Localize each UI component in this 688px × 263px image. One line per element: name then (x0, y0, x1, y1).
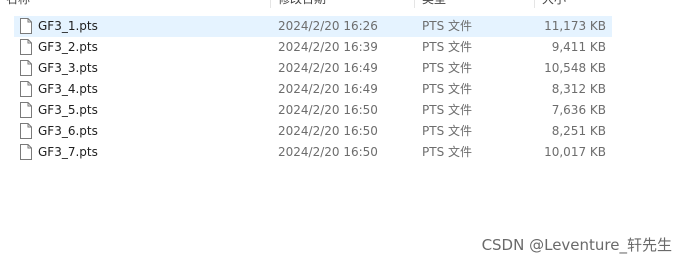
file-name: GF3_6.pts (38, 124, 98, 138)
file-icon (20, 60, 32, 76)
file-row[interactable]: GF3_5.pts 2024/2/20 16:50 PTS 文件 7,636 K… (14, 100, 612, 121)
column-header-date-modified[interactable]: 修改日期 (278, 0, 358, 8)
file-name: GF3_2.pts (38, 40, 98, 54)
file-date-modified: 2024/2/20 16:50 (278, 124, 378, 138)
file-type: PTS 文件 (422, 124, 472, 138)
watermark: CSDN @Leventure_轩先生 (481, 236, 672, 254)
file-type: PTS 文件 (422, 103, 472, 117)
column-header-name[interactable]: 名称 (6, 0, 66, 8)
file-date-modified: 2024/2/20 16:50 (278, 145, 378, 159)
file-icon (20, 123, 32, 139)
column-divider[interactable] (534, 0, 535, 8)
file-size: 8,251 KB (551, 124, 606, 138)
file-row[interactable]: GF3_3.pts 2024/2/20 16:49 PTS 文件 10,548 … (14, 58, 612, 79)
file-name: GF3_3.pts (38, 61, 98, 75)
file-icon (20, 144, 32, 160)
file-size: 9,411 KB (551, 40, 606, 54)
file-size: 10,548 KB (544, 61, 606, 75)
file-date-modified: 2024/2/20 16:39 (278, 40, 378, 54)
file-date-modified: 2024/2/20 16:49 (278, 61, 378, 75)
file-icon (20, 102, 32, 118)
file-size: 7,636 KB (551, 103, 606, 117)
file-row[interactable]: GF3_1.pts 2024/2/20 16:26 PTS 文件 11,173 … (14, 16, 612, 37)
file-name: GF3_5.pts (38, 103, 98, 117)
file-size: 11,173 KB (544, 19, 606, 33)
file-row[interactable]: GF3_7.pts 2024/2/20 16:50 PTS 文件 10,017 … (14, 142, 612, 163)
file-row[interactable]: GF3_2.pts 2024/2/20 16:39 PTS 文件 9,411 K… (14, 37, 612, 58)
column-divider[interactable] (270, 0, 271, 8)
column-divider[interactable] (414, 0, 415, 8)
column-header: 名称 修改日期 类型 大小 (0, 0, 616, 8)
file-name: GF3_4.pts (38, 82, 98, 96)
file-row[interactable]: GF3_4.pts 2024/2/20 16:49 PTS 文件 8,312 K… (14, 79, 612, 100)
file-name: GF3_7.pts (38, 145, 98, 159)
file-type: PTS 文件 (422, 40, 472, 54)
file-size: 8,312 KB (551, 82, 606, 96)
column-header-type[interactable]: 类型 (422, 0, 482, 8)
file-type: PTS 文件 (422, 61, 472, 75)
file-type: PTS 文件 (422, 19, 472, 33)
file-date-modified: 2024/2/20 16:26 (278, 19, 378, 33)
file-date-modified: 2024/2/20 16:50 (278, 103, 378, 117)
file-type: PTS 文件 (422, 82, 472, 96)
file-size: 10,017 KB (544, 145, 606, 159)
file-list: GF3_1.pts 2024/2/20 16:26 PTS 文件 11,173 … (14, 16, 612, 163)
file-icon (20, 18, 32, 34)
file-icon (20, 81, 32, 97)
file-row[interactable]: GF3_6.pts 2024/2/20 16:50 PTS 文件 8,251 K… (14, 121, 612, 142)
file-type: PTS 文件 (422, 145, 472, 159)
file-date-modified: 2024/2/20 16:49 (278, 82, 378, 96)
file-name: GF3_1.pts (38, 19, 98, 33)
column-header-size[interactable]: 大小 (542, 0, 602, 8)
file-icon (20, 39, 32, 55)
